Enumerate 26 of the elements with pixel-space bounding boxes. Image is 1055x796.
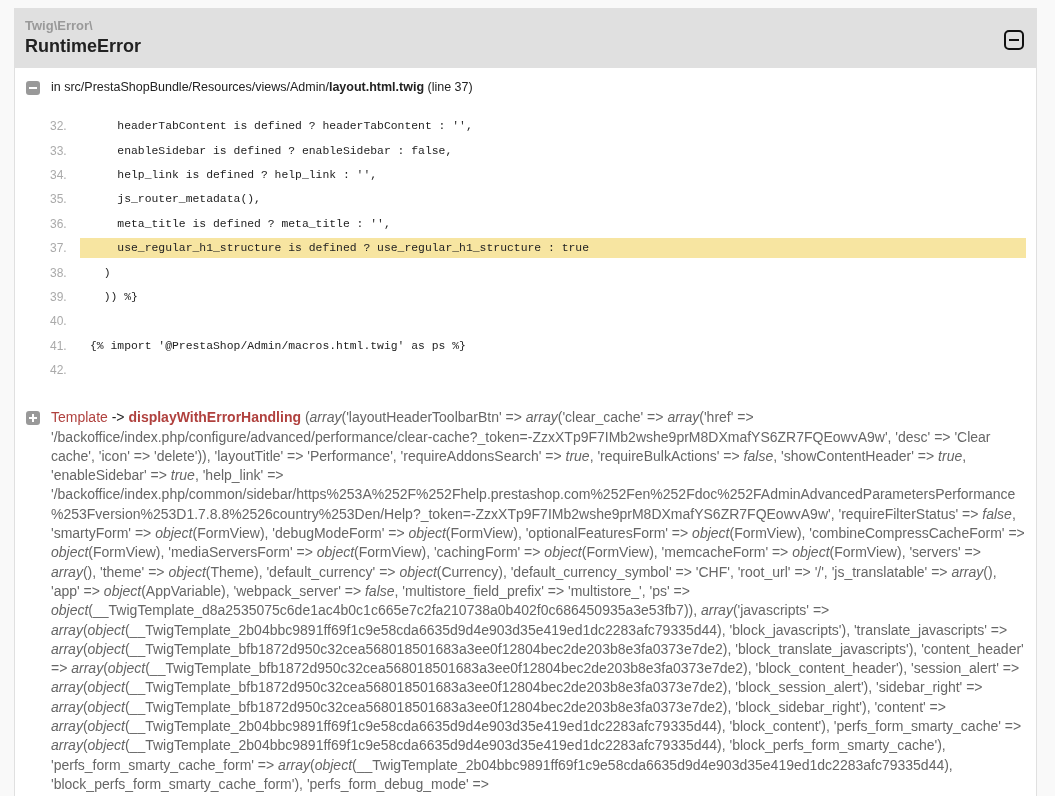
line-number: 38.	[49, 265, 68, 280]
code-line: )	[102, 266, 111, 279]
line-number: 35.	[49, 192, 68, 207]
code-line: enableSidebar is defined ? enableSidebar : false,	[116, 144, 453, 157]
line-number: 32.	[49, 119, 68, 134]
line-number: 34.	[49, 167, 68, 182]
line-number: 40.	[49, 314, 68, 329]
code-line: help_link is defined ? help_link : '',	[116, 168, 378, 181]
expand-icon[interactable]	[26, 411, 40, 426]
code-line: meta_title is defined ? meta_title : '',	[116, 217, 391, 230]
file-location: in src/PrestaShopBundle/Resources/views/Admin/layout.html.twig (line 37)	[51, 79, 473, 96]
code-line: )) %}	[102, 290, 138, 303]
code-line: js_router_metadata(),	[116, 193, 261, 206]
line-number: 42.	[49, 363, 68, 378]
code-line: {% import '@PrestaShop/Admin/macros.html.twig' as ps %}	[90, 339, 466, 352]
code-line: use_regular_h1_structure is defined ? use_regular_h1_structure : true	[116, 242, 589, 255]
line-number: 37.	[49, 241, 68, 256]
exception-class: RuntimeError	[25, 35, 141, 58]
line-number: 39.	[49, 289, 68, 304]
collapse-icon[interactable]	[1004, 30, 1024, 50]
line-number: 41.	[49, 338, 68, 353]
trace-call: Template -> displayWithErrorHandling (array('layoutHeaderToolbarBtn' => array('clear_cache' => array('href' => '/backoffice/index.php/configure/advanced/performance/clear-cache?_token=-ZzxXTp9F7IMb2wshe9prM8DXmafYS6ZR7FQEowvA9w', 'desc' => 'Clear cache', 'icon' => 'delete')), 'layoutTitle' => 'Performance', 'requireAddonsSearch' => true, 'requireBulkActions' => false, 'showContentHeader' => true, 'enableSidebar' => true, 'help_link' => '/backoffice/index.php/common/sidebar/https%253A%252F%252Fhelp.prestashop.com%252Fen%252Fdoc%252FAdminAdvancedParametersPerformance%253Fversion%253D1.7.8.8%2526country%253Den/Help?_token=-ZzxXTp9F7IMb2wshe9prM8DXmafYS6ZR7FQEowvA9w', 'requireFilterStatus' => false, 'smartyForm' => object(FormView), 'debugModeForm' => object(FormView), 'optionalFeaturesForm' => object(FormView), 'combineCompressCacheForm' => object(FormView), 'mediaServersForm' => object(FormView), 'cachingForm' => object(FormView), 'memcacheForm' => object(FormView), 'servers' => array(), 'theme' => object(Theme), 'default_currency' => object(Currency), 'default_currency_symbol' => 'CHF', 'root_url' => '/', 'js_translatable' => array(), 'app' => object(AppVariable), 'webpack_server' => false, 'multistore_field_prefix' => 'multistore_', 'ps' => object(__TwigTemplate_d8a2535075c6de1ac4b0c1c665e7c2fa210738a0b402f0c686450935a3e53fb7)), array('javascripts' => array(object(__TwigTemplate_2b04bbc9891ff69f1c9e58cda6635d9d4e903d35e419ed1dc2283afc79335d44), 'block_javascripts'), 'translate_javascripts' => array(object(__TwigTemplate_bfb1872d950c32cea568018501683a3ee0f12804bec2de203b8e3fa0373e7de2), 'block_translate_javascripts'), 'content_header' => array(object(__TwigTemplate_bfb1872d950c32cea568018501683a3ee0f12804bec2de203b8e3fa0373e7de2), 'block_content_header'), 'session_alert' => array(object(__TwigTemplate_bfb1872d950c32cea568018501683a3ee0f12804bec2de203b8e3fa0373e7de2), 'block_session_alert'), 'sidebar_right' => array(object(__TwigTemplate_bfb1872d950c32cea568018501683a3ee0f12804bec2de203b8e3fa0373e7de2), 'block_sidebar_right'), 'content' => array(object(__TwigTemplate_2b04bbc9891ff69f1c9e58cda6635d9d4e903d35e419ed1dc2283afc79335d44), 'block_content'), 'perfs_form_smarty_cache' => array(object(__TwigTemplate_2b04bbc9891ff69f1c9e58cda6635d9d4e903d35e419ed1dc2283afc79335d44), 'block_perfs_form_smarty_cache'), 'perfs_form_smarty_cache_form' => array(object(__TwigTemplate_2b04bbc9891ff69f1c9e58cda6635d9d4e903d35e419ed1dc2283afc79335d44), 'block_perfs_form_smarty_cache_form'), 'perfs_form_debug_mode' =>	[51, 408, 1026, 794]
code-line: headerTabContent is defined ? headerTabContent : '',	[116, 120, 473, 133]
exception-namespace: Twig\Error\	[25, 18, 94, 34]
line-number: 36.	[49, 216, 68, 231]
line-number: 33.	[49, 143, 68, 158]
